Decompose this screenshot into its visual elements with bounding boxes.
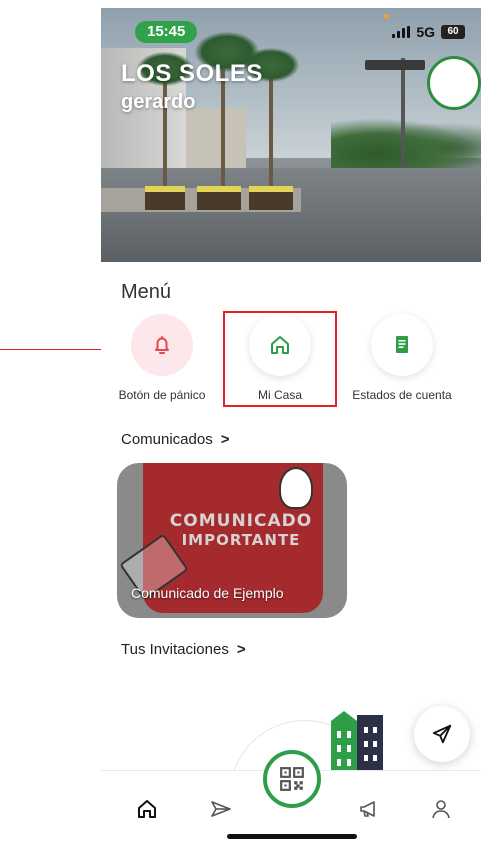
announcement-heading-1: COMUNICADO bbox=[169, 511, 313, 531]
battery-icon: 60 bbox=[441, 25, 465, 39]
bell-icon bbox=[155, 336, 169, 354]
estados-cuenta-label: Estados de cuenta bbox=[352, 388, 452, 402]
user-name: gerardo bbox=[121, 91, 196, 113]
status-indicators: 5G 60 bbox=[392, 24, 465, 40]
building-icon bbox=[331, 711, 383, 773]
chevron-right-icon: > bbox=[220, 431, 230, 448]
panic-button-label: Botón de pánico bbox=[118, 388, 206, 402]
qr-code-button[interactable] bbox=[263, 750, 321, 808]
home-icon bbox=[138, 800, 156, 818]
header-sign-arm bbox=[365, 60, 425, 70]
announcement-heading-2: IMPORTANTE bbox=[181, 531, 301, 549]
app-screen: 15:45 5G 60 LOS SOLES gerardo Menú Botón… bbox=[101, 8, 481, 842]
tab-home[interactable] bbox=[131, 793, 163, 825]
invitaciones-link[interactable]: Tus Invitaciones > bbox=[121, 641, 246, 658]
status-time: 15:45 bbox=[135, 21, 198, 43]
estados-cuenta-circle[interactable] bbox=[371, 314, 433, 376]
user-icon bbox=[432, 800, 450, 819]
planter bbox=[145, 186, 185, 210]
lightbulb-icon bbox=[279, 467, 313, 509]
send-invitation-button[interactable] bbox=[414, 706, 470, 762]
menu-title: Menú bbox=[121, 281, 172, 303]
comunicados-link[interactable]: Comunicados > bbox=[121, 431, 229, 448]
header-banner: 15:45 5G 60 LOS SOLES gerardo bbox=[101, 8, 481, 262]
comunicados-label: Comunicados bbox=[121, 431, 213, 448]
send-icon bbox=[211, 801, 231, 817]
paper-plane-icon bbox=[432, 724, 452, 744]
panic-button[interactable]: Botón de pánico bbox=[107, 314, 217, 402]
tab-announcements[interactable] bbox=[353, 793, 385, 825]
header-sign-pole bbox=[401, 58, 405, 168]
chevron-right-icon: > bbox=[236, 641, 246, 658]
megaphone-icon bbox=[360, 801, 375, 817]
announcement-card[interactable]: COMUNICADO IMPORTANTE Comunicado de Ejem… bbox=[117, 463, 347, 618]
tab-profile[interactable] bbox=[425, 793, 457, 825]
annotation-highlight-box bbox=[223, 311, 337, 407]
signal-icon bbox=[392, 26, 411, 38]
planter bbox=[197, 186, 241, 210]
invitaciones-label: Tus Invitaciones bbox=[121, 641, 229, 658]
network-type: 5G bbox=[416, 24, 435, 40]
header-road bbox=[101, 168, 481, 262]
palm-trunk bbox=[269, 68, 273, 190]
avatar[interactable] bbox=[427, 56, 481, 110]
community-title: LOS SOLES bbox=[121, 60, 263, 87]
qr-code-icon bbox=[280, 767, 304, 791]
receipt-icon bbox=[396, 336, 408, 353]
announcement-caption: Comunicado de Ejemplo bbox=[131, 585, 284, 601]
home-indicator bbox=[227, 834, 357, 839]
planter bbox=[249, 186, 293, 210]
estados-cuenta-button[interactable]: Estados de cuenta bbox=[347, 314, 457, 402]
tab-send[interactable] bbox=[205, 793, 237, 825]
panic-button-circle[interactable] bbox=[131, 314, 193, 376]
privacy-indicator bbox=[384, 14, 389, 19]
